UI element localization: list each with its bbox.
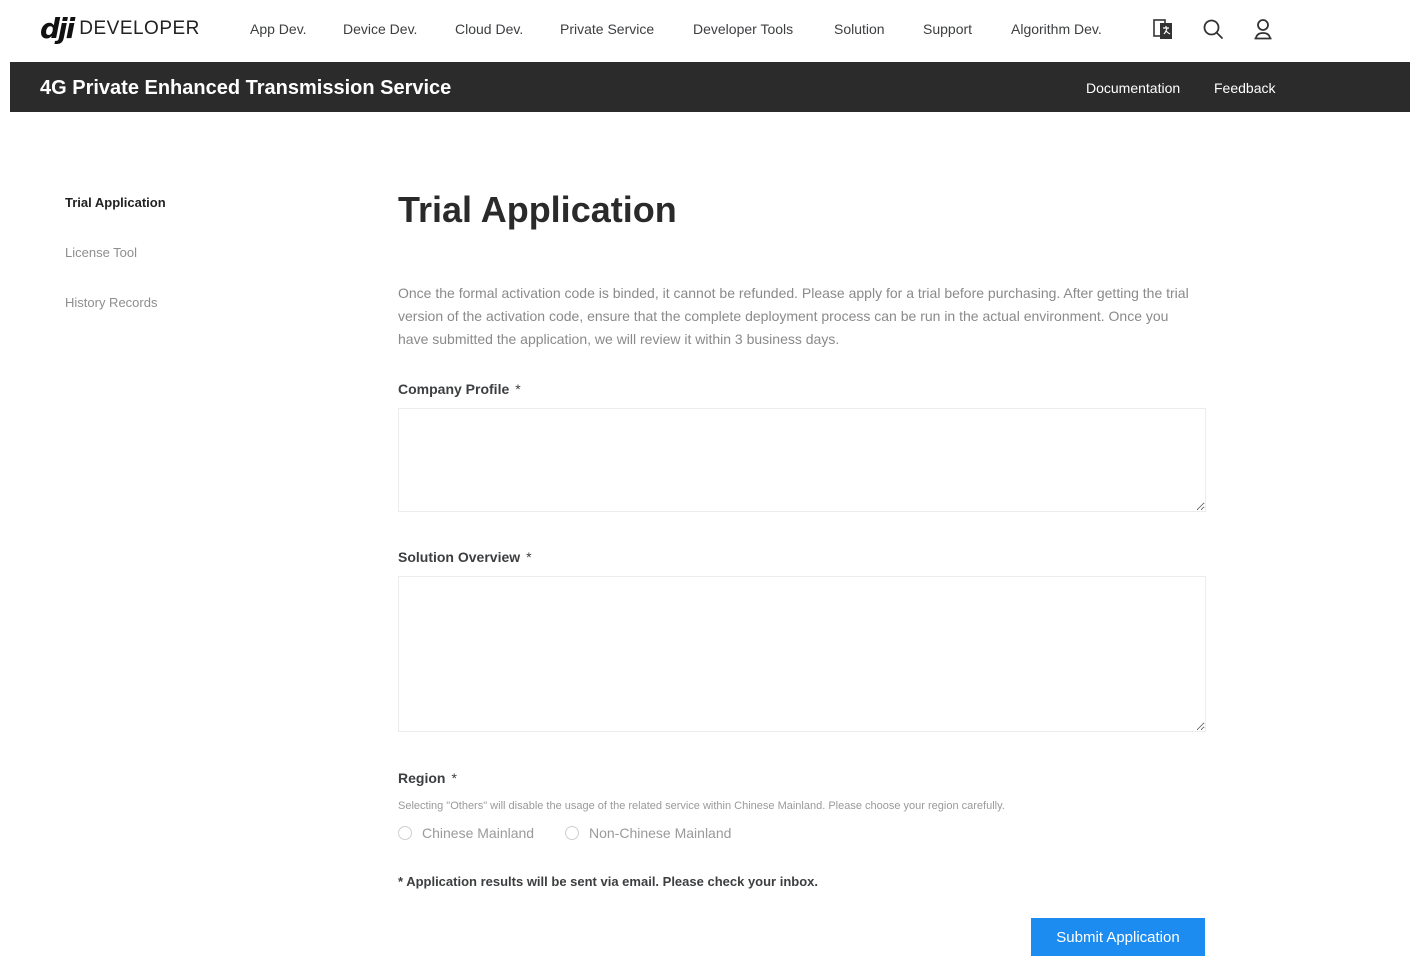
- submit-application-button[interactable]: Submit Application: [1031, 918, 1205, 956]
- radio-label: Chinese Mainland: [422, 825, 535, 841]
- company-profile-label: Company Profile *: [398, 380, 521, 398]
- top-navigation: dji DEVELOPER App Dev. Device Dev. Cloud…: [0, 0, 1415, 60]
- service-header-bar: 4G Private Enhanced Transmission Service…: [10, 62, 1410, 112]
- region-option-non-chinese-mainland[interactable]: Non-Chinese Mainland: [565, 824, 731, 842]
- solution-overview-label-text: Solution Overview: [398, 549, 521, 565]
- dji-developer-logo[interactable]: dji DEVELOPER: [40, 14, 200, 44]
- sidebar-item-license-tool[interactable]: License Tool: [65, 245, 137, 261]
- nav-cloud-dev[interactable]: Cloud Dev.: [455, 20, 523, 38]
- language-icon-graphic: [1153, 19, 1172, 39]
- nav-support[interactable]: Support: [923, 20, 972, 38]
- solution-overview-input[interactable]: [398, 576, 1206, 732]
- user-icon-graphic: [1254, 19, 1272, 40]
- required-mark: *: [451, 770, 457, 786]
- email-notice: * Application results will be sent via e…: [398, 874, 818, 889]
- nav-developer-tools[interactable]: Developer Tools: [693, 20, 793, 38]
- documentation-link[interactable]: Documentation: [1086, 79, 1180, 97]
- company-profile-label-text: Company Profile: [398, 381, 510, 397]
- search-icon[interactable]: [1199, 15, 1227, 43]
- intro-text: Once the formal activation code is binde…: [398, 285, 1189, 347]
- radio-button[interactable]: [565, 826, 579, 840]
- logo-text: DEVELOPER: [79, 18, 200, 39]
- nav-algorithm-dev[interactable]: Algorithm Dev.: [1011, 20, 1102, 38]
- region-option-chinese-mainland[interactable]: Chinese Mainland: [398, 824, 534, 842]
- company-profile-input[interactable]: [398, 408, 1206, 512]
- nav-device-dev[interactable]: Device Dev.: [343, 20, 417, 38]
- service-title: 4G Private Enhanced Transmission Service: [40, 77, 452, 99]
- radio-label: Non-Chinese Mainland: [589, 825, 732, 841]
- nav-solution[interactable]: Solution: [834, 20, 885, 38]
- user-icon[interactable]: [1249, 15, 1277, 43]
- search-icon-graphic: [1203, 19, 1223, 39]
- required-mark: *: [526, 549, 532, 565]
- sidebar-item-history-records[interactable]: History Records: [65, 295, 157, 311]
- nav-app-dev[interactable]: App Dev.: [250, 20, 307, 38]
- region-label-text: Region: [398, 770, 446, 786]
- nav-private-service[interactable]: Private Service: [560, 20, 654, 38]
- radio-button[interactable]: [398, 826, 412, 840]
- region-label: Region *: [398, 769, 457, 787]
- required-mark: *: [515, 381, 521, 397]
- feedback-link[interactable]: Feedback: [1214, 79, 1275, 97]
- logo-mark: dji: [40, 12, 75, 45]
- language-icon[interactable]: [1149, 15, 1177, 43]
- page-title: Trial Application: [398, 189, 677, 230]
- solution-overview-label: Solution Overview *: [398, 548, 532, 566]
- region-hint: Selecting "Others" will disable the usag…: [398, 800, 1005, 812]
- sidebar-item-trial-application[interactable]: Trial Application: [65, 195, 166, 211]
